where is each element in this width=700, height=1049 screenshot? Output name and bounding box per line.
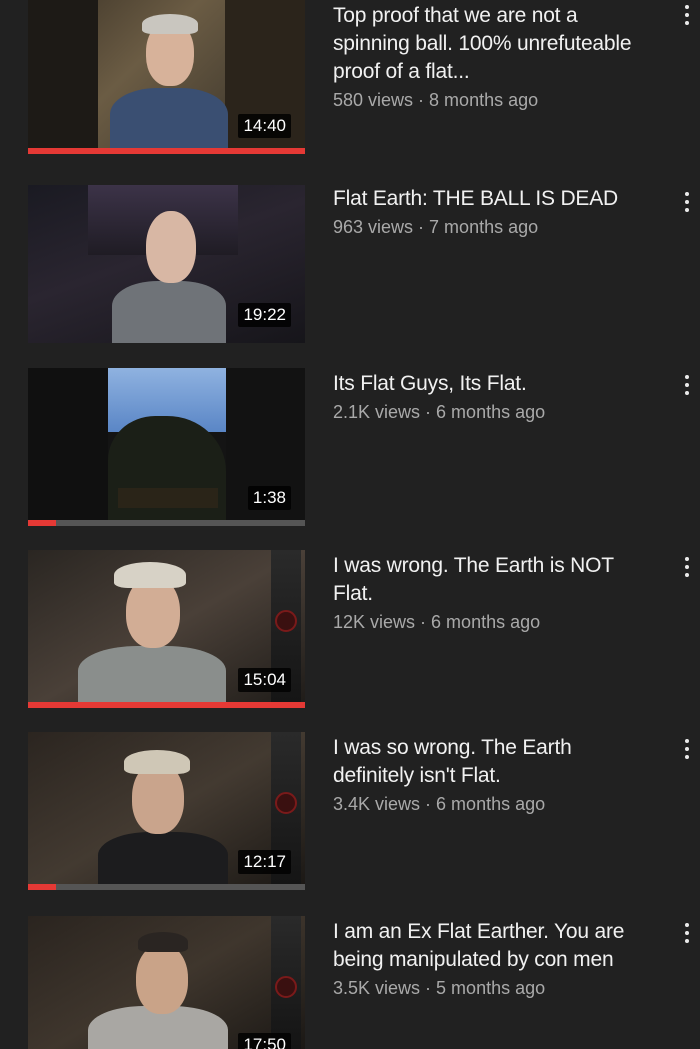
watch-progress-fill [28,520,56,526]
video-item[interactable]: 17:50 I am an Ex Flat Earther. You are b… [0,906,700,1049]
video-stats: 580 views · 8 months ago [333,88,655,112]
upload-age: 8 months ago [429,90,539,110]
video-meta: Its Flat Guys, Its Flat. 2.1K views · 6 … [333,370,655,424]
video-title[interactable]: I was wrong. The Earth is NOT Flat. [333,552,655,608]
view-count: 12K views [333,612,416,632]
video-thumbnail[interactable]: 14:40 [28,0,305,154]
video-title[interactable]: I was so wrong. The Earth definitely isn… [333,734,655,790]
video-item[interactable]: 15:04 I was wrong. The Earth is NOT Flat… [0,540,700,715]
view-count: 3.5K views [333,978,421,998]
video-item[interactable]: 1:38 Its Flat Guys, Its Flat. 2.1K views… [0,358,700,533]
video-stats: 3.5K views · 5 months ago [333,976,655,1000]
more-vertical-icon[interactable] [676,0,698,30]
view-count: 963 views [333,217,414,237]
video-title[interactable]: Flat Earth: THE BALL IS DEAD [333,185,655,213]
video-meta: I am an Ex Flat Earther. You are being m… [333,918,655,1000]
more-vertical-icon[interactable] [676,918,698,948]
watch-progress-bar [28,884,305,890]
separator: · [415,612,432,632]
separator: · [420,794,437,814]
watch-progress-fill [28,702,305,708]
watch-progress-fill [28,884,56,890]
video-meta: I was so wrong. The Earth definitely isn… [333,734,655,816]
video-title[interactable]: I am an Ex Flat Earther. You are being m… [333,918,655,974]
more-vertical-icon[interactable] [676,734,698,764]
separator: · [413,90,430,110]
separator: · [413,217,430,237]
watch-progress-bar [28,702,305,708]
more-vertical-icon[interactable] [676,187,698,217]
video-stats: 2.1K views · 6 months ago [333,400,655,424]
video-item[interactable]: 12:17 I was so wrong. The Earth definite… [0,722,700,897]
video-duration: 19:22 [238,303,291,327]
video-title[interactable]: Top proof that we are not a spinning bal… [333,2,655,86]
upload-age: 6 months ago [431,612,541,632]
watch-progress-bar [28,148,305,154]
video-duration: 15:04 [238,668,291,692]
upload-age: 6 months ago [436,794,546,814]
video-meta: Flat Earth: THE BALL IS DEAD 963 views ·… [333,185,655,239]
video-item[interactable]: 19:22 Flat Earth: THE BALL IS DEAD 963 v… [0,175,700,350]
more-vertical-icon[interactable] [676,552,698,582]
video-thumbnail[interactable]: 17:50 [28,916,305,1049]
separator: · [420,402,437,422]
view-count: 3.4K views [333,794,421,814]
video-duration: 14:40 [238,114,291,138]
video-duration: 1:38 [247,486,291,510]
video-list: 14:40 Top proof that we are not a spinni… [0,0,700,1049]
separator: · [420,978,437,998]
video-stats: 12K views · 6 months ago [333,610,655,634]
view-count: 580 views [333,90,414,110]
watch-progress-fill [28,148,305,154]
video-duration: 12:17 [238,850,291,874]
more-vertical-icon[interactable] [676,370,698,400]
video-stats: 3.4K views · 6 months ago [333,792,655,816]
view-count: 2.1K views [333,402,421,422]
upload-age: 6 months ago [436,402,546,422]
video-duration: 17:50 [238,1033,291,1049]
upload-age: 7 months ago [429,217,539,237]
video-meta: I was wrong. The Earth is NOT Flat. 12K … [333,552,655,634]
thumbnail-image [28,916,305,1049]
video-thumbnail[interactable]: 15:04 [28,550,305,708]
video-item[interactable]: 14:40 Top proof that we are not a spinni… [0,0,700,169]
video-stats: 963 views · 7 months ago [333,215,655,239]
video-thumbnail[interactable]: 12:17 [28,732,305,890]
upload-age: 5 months ago [436,978,546,998]
video-thumbnail[interactable]: 1:38 [28,368,305,526]
watch-progress-bar [28,520,305,526]
video-meta: Top proof that we are not a spinning bal… [333,2,655,112]
video-title[interactable]: Its Flat Guys, Its Flat. [333,370,655,398]
video-thumbnail[interactable]: 19:22 [28,185,305,343]
banner-decoration [271,916,301,1049]
